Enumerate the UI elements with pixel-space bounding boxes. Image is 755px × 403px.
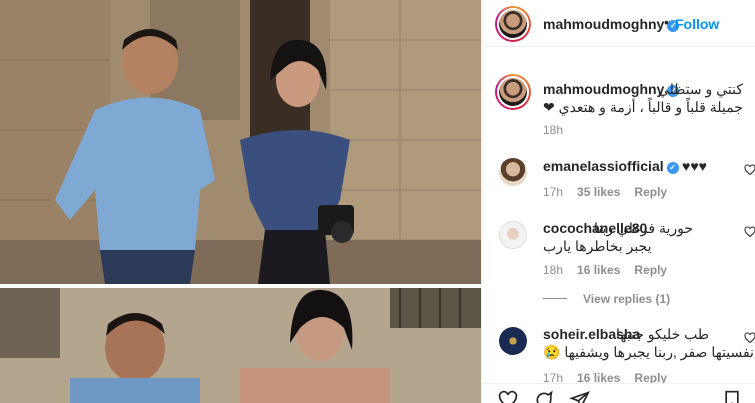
caption-avatar[interactable]: [495, 74, 531, 110]
caption-text-line2: جميلة قلباً و قالباً ، أزمة و هتعدي ❤: [543, 99, 743, 115]
comment-text-line2: يجبر بخاطرها يارب: [543, 238, 652, 254]
comment-text: ♥♥♥: [682, 158, 707, 174]
comment-meta: 17h 35 likes Reply: [543, 185, 681, 199]
post-header: mahmoudmoghny ✓ • Follow: [482, 0, 755, 47]
author-avatar[interactable]: [495, 6, 531, 42]
post-action-bar: [482, 383, 755, 403]
heart-icon[interactable]: [496, 390, 520, 403]
bookmark-icon[interactable]: [720, 390, 744, 403]
like-comment-heart-icon[interactable]: [744, 164, 755, 176]
separator-dot: •: [664, 14, 669, 30]
view-replies-button[interactable]: View replies (1): [543, 292, 670, 306]
comment-avatar[interactable]: [499, 221, 527, 249]
author-username-row[interactable]: mahmoudmoghny ✓: [543, 16, 680, 34]
post-side-panel: mahmoudmoghny ✓ • Follow mahmoudmoghny ✓ ك…: [481, 0, 755, 403]
caption-text-line1: كنتي و ستظلي: [657, 81, 743, 97]
comment-username-row[interactable]: emanelassiofficial ✓: [543, 158, 679, 174]
view-replies-label[interactable]: View replies (1): [583, 292, 670, 306]
comment-text: حورية فرغلي ربنا: [593, 220, 693, 236]
verified-badge-icon: ✓: [666, 162, 679, 174]
comment-icon[interactable]: [532, 390, 556, 403]
comment-text: طب خليكو جنبها: [616, 326, 709, 342]
comment-username[interactable]: emanelassiofficial: [543, 158, 664, 174]
comment-text-line2: نفسيتها صفر ,ربنا يجبرها ويشفيها 😢: [543, 344, 754, 360]
like-comment-heart-icon[interactable]: [744, 226, 755, 238]
comment-likes[interactable]: 16 likes: [577, 263, 620, 277]
like-comment-heart-icon[interactable]: [744, 332, 755, 344]
comment-avatar[interactable]: [499, 327, 527, 355]
comment-meta: 18h 16 likes Reply: [543, 263, 681, 277]
post-photo[interactable]: [0, 0, 481, 403]
caption-timestamp[interactable]: 18h: [543, 123, 563, 137]
comment-avatar[interactable]: [499, 158, 527, 186]
comment-time[interactable]: 18h: [543, 263, 563, 277]
replies-dash: [543, 298, 567, 299]
follow-button[interactable]: Follow: [675, 16, 719, 32]
share-icon[interactable]: [568, 390, 592, 403]
photo-scene-top: [0, 0, 481, 284]
caption-username[interactable]: mahmoudmoghny: [543, 81, 664, 97]
reply-button[interactable]: Reply: [634, 263, 667, 277]
comment-likes[interactable]: 35 likes: [577, 185, 620, 199]
reply-button[interactable]: Reply: [634, 185, 667, 199]
author-username[interactable]: mahmoudmoghny: [543, 16, 664, 32]
comment-time[interactable]: 17h: [543, 185, 563, 199]
photo-scene-bottom: [0, 288, 481, 403]
